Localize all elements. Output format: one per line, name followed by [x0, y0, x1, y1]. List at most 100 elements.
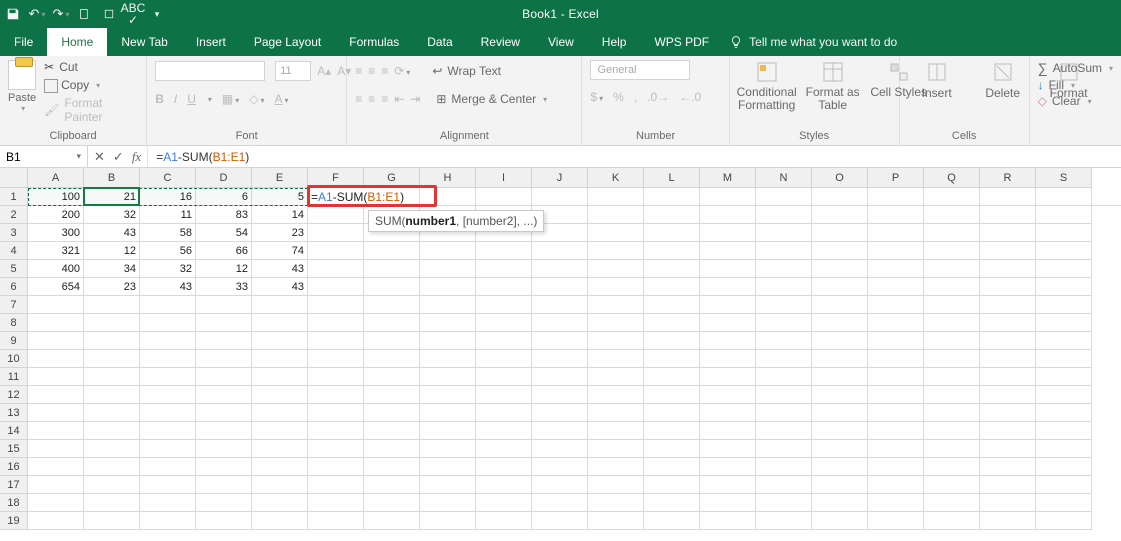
cell[interactable]	[700, 242, 756, 260]
cell[interactable]	[588, 440, 644, 458]
cell[interactable]	[700, 494, 756, 512]
cell[interactable]	[420, 368, 476, 386]
tab-review[interactable]: Review	[467, 28, 534, 56]
tab-home[interactable]: Home	[47, 28, 107, 56]
cell[interactable]	[140, 350, 196, 368]
cell[interactable]: 400	[28, 260, 84, 278]
paste-button[interactable]: Paste ▾	[8, 60, 36, 113]
cell[interactable]	[924, 188, 980, 206]
cell[interactable]	[196, 458, 252, 476]
cell[interactable]	[140, 404, 196, 422]
cell[interactable]	[812, 296, 868, 314]
cell[interactable]	[588, 260, 644, 278]
qat-customize-icon[interactable]: ▾	[150, 7, 164, 21]
cell[interactable]	[140, 422, 196, 440]
cell[interactable]	[364, 332, 420, 350]
cell[interactable]	[812, 494, 868, 512]
cell[interactable]	[476, 368, 532, 386]
row-header-12[interactable]: 12	[0, 386, 28, 404]
cell[interactable]	[756, 422, 812, 440]
delete-cells-button[interactable]: Delete	[974, 60, 1032, 100]
font-color-button[interactable]: A▾	[275, 92, 289, 106]
cell[interactable]	[84, 458, 140, 476]
cell[interactable]	[476, 332, 532, 350]
cell[interactable]: 23	[84, 278, 140, 296]
tab-view[interactable]: View	[534, 28, 588, 56]
cell[interactable]	[588, 512, 644, 530]
save-icon[interactable]	[6, 7, 20, 21]
cell[interactable]	[476, 440, 532, 458]
cell[interactable]	[924, 260, 980, 278]
cell[interactable]	[1036, 368, 1092, 386]
cell[interactable]	[420, 494, 476, 512]
cell[interactable]	[868, 188, 924, 206]
col-header-C[interactable]: C	[140, 168, 196, 188]
cell[interactable]	[588, 476, 644, 494]
cell[interactable]	[812, 332, 868, 350]
cell[interactable]	[812, 350, 868, 368]
cell[interactable]	[364, 386, 420, 404]
col-header-J[interactable]: J	[532, 168, 588, 188]
cell[interactable]	[476, 386, 532, 404]
cell[interactable]	[812, 260, 868, 278]
col-header-P[interactable]: P	[868, 168, 924, 188]
cell[interactable]: 58	[140, 224, 196, 242]
cell[interactable]	[196, 332, 252, 350]
autosum-button[interactable]: ∑AutoSum▾	[1038, 60, 1113, 76]
select-all-corner[interactable]	[0, 168, 28, 188]
formula-input[interactable]: =A1-SUM(B1:E1)	[148, 146, 1121, 167]
cell[interactable]	[1036, 440, 1092, 458]
merge-center-button[interactable]: ⊞Merge & Center▾	[436, 92, 547, 106]
cell[interactable]	[196, 368, 252, 386]
cell[interactable]	[756, 350, 812, 368]
cell[interactable]	[308, 494, 364, 512]
col-header-M[interactable]: M	[700, 168, 756, 188]
cell[interactable]	[868, 368, 924, 386]
cell[interactable]	[924, 242, 980, 260]
cell[interactable]	[980, 404, 1036, 422]
cell[interactable]	[420, 422, 476, 440]
cell[interactable]: 14	[252, 206, 308, 224]
row-header-10[interactable]: 10	[0, 350, 28, 368]
cell[interactable]	[196, 422, 252, 440]
cell[interactable]	[812, 314, 868, 332]
cell[interactable]	[420, 260, 476, 278]
cell[interactable]	[308, 350, 364, 368]
cell[interactable]	[980, 350, 1036, 368]
tab-page-layout[interactable]: Page Layout	[240, 28, 335, 56]
cell[interactable]	[364, 512, 420, 530]
cell[interactable]	[84, 440, 140, 458]
align-center-icon[interactable]: ≡	[368, 92, 375, 106]
cell[interactable]: 200	[28, 206, 84, 224]
cell[interactable]	[1036, 296, 1092, 314]
cut-button[interactable]: ✂Cut	[44, 60, 138, 74]
undo-icon[interactable]: ↶▾	[30, 7, 44, 21]
align-middle-icon[interactable]: ≡	[368, 64, 375, 78]
row-header-19[interactable]: 19	[0, 512, 28, 530]
cell[interactable]	[308, 242, 364, 260]
cell[interactable]	[532, 422, 588, 440]
col-header-E[interactable]: E	[252, 168, 308, 188]
cell[interactable]	[140, 332, 196, 350]
redo-icon[interactable]: ↷▾	[54, 7, 68, 21]
cell[interactable]	[812, 386, 868, 404]
cell[interactable]	[1036, 278, 1092, 296]
cell[interactable]: 43	[140, 278, 196, 296]
cell[interactable]	[756, 368, 812, 386]
cell[interactable]	[532, 512, 588, 530]
cell[interactable]	[1036, 224, 1092, 242]
cell[interactable]	[252, 350, 308, 368]
percent-format-icon[interactable]: %	[613, 90, 624, 104]
number-format-combo[interactable]: General	[590, 60, 690, 80]
cell[interactable]	[28, 296, 84, 314]
col-header-L[interactable]: L	[644, 168, 700, 188]
cell[interactable]	[420, 242, 476, 260]
cell[interactable]	[868, 458, 924, 476]
cell[interactable]	[588, 314, 644, 332]
cell[interactable]	[980, 278, 1036, 296]
cell[interactable]	[868, 242, 924, 260]
cell[interactable]	[308, 476, 364, 494]
col-header-K[interactable]: K	[588, 168, 644, 188]
cell[interactable]	[308, 332, 364, 350]
cell[interactable]	[980, 260, 1036, 278]
